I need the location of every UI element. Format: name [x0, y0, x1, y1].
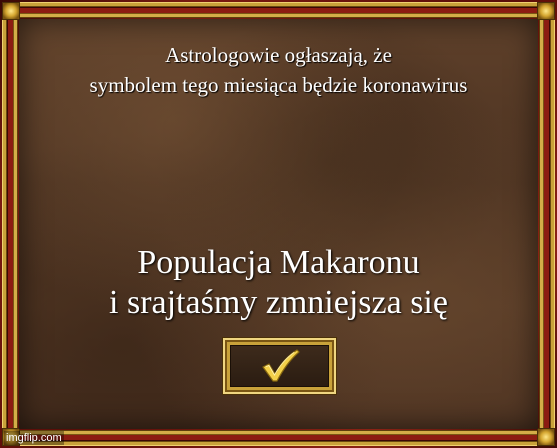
corner-ornament-bottom-right — [537, 428, 555, 446]
ok-button-face — [230, 345, 329, 387]
corner-ornament-top-right — [537, 2, 555, 20]
message-dialog: Astrologowie ogłaszają, że symbolem tego… — [0, 0, 557, 448]
imgflip-watermark: imgflip.com — [4, 431, 64, 445]
corner-ornament-top-left — [2, 2, 20, 20]
top-message-line-1: Astrologowie ogłaszają, że — [165, 43, 392, 67]
main-message-line-1: Populacja Makaronu — [137, 244, 420, 281]
dialog-main-message: Populacja Makaronu i srajtaśmy zmniejsza… — [19, 243, 538, 323]
dialog-top-message: Astrologowie ogłaszają, że symbolem tego… — [19, 40, 538, 100]
ok-button[interactable] — [223, 338, 336, 394]
main-message-line-2: i srajtaśmy zmniejsza się — [109, 284, 448, 321]
top-message-line-2: symbolem tego miesiąca będzie koronawiru… — [89, 73, 468, 97]
checkmark-icon — [262, 349, 300, 382]
